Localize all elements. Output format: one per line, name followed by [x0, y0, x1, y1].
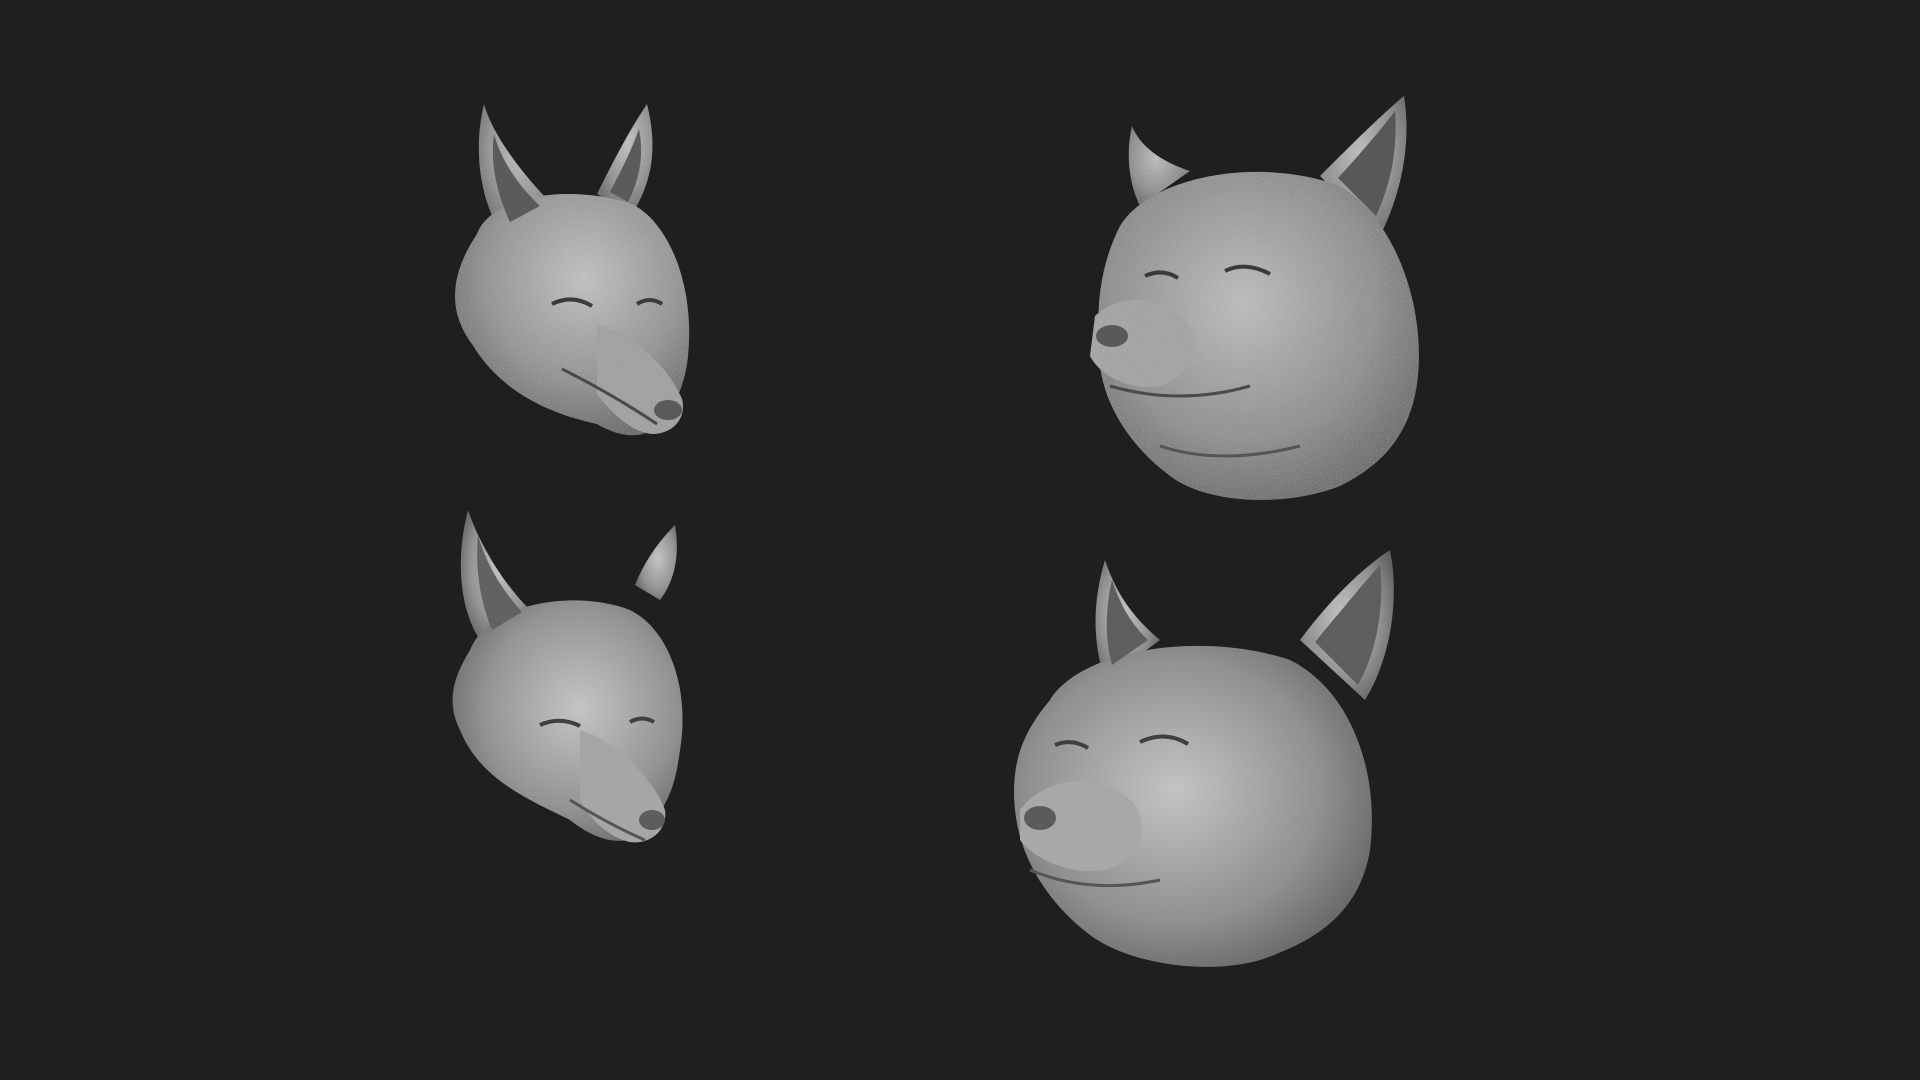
fox-head-smooth-left-graphic	[452, 510, 683, 843]
fox-head-sculpt-smooth-left	[430, 500, 830, 940]
fox-head-sculpt-smooth-right	[990, 550, 1394, 990]
fox-head-smooth-right-graphic	[1014, 550, 1394, 967]
fox-head-detailed-right-graphic	[1090, 96, 1419, 500]
sculpt-viewport	[0, 0, 1920, 1080]
fox-head-sculpt-detailed-right	[1040, 86, 1440, 526]
fox-head-detailed-left-graphic	[455, 104, 690, 436]
fox-head-sculpt-detailed-left	[432, 94, 832, 534]
